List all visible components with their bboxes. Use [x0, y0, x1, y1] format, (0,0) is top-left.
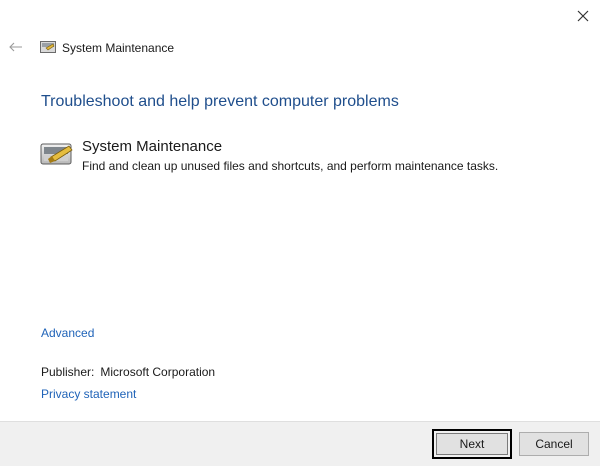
page-heading: Troubleshoot and help prevent computer p… [41, 93, 399, 110]
window-title: System Maintenance [62, 41, 175, 55]
close-icon [577, 10, 589, 22]
privacy-statement-link[interactable]: Privacy statement [41, 387, 136, 401]
close-button[interactable] [570, 4, 596, 28]
publisher-value: Microsoft Corporation [100, 365, 216, 379]
back-arrow-icon [9, 42, 22, 52]
task-title: System Maintenance [82, 138, 223, 155]
publisher-label: Publisher: [41, 365, 95, 379]
task-item[interactable]: System Maintenance Find and clean up unu… [40, 138, 570, 178]
advanced-link[interactable]: Advanced [41, 326, 94, 340]
cancel-button[interactable]: Cancel [519, 432, 589, 456]
publisher-info: Publisher: Microsoft Corporation [41, 365, 215, 379]
system-maintenance-icon [40, 143, 73, 165]
task-description: Find and clean up unused files and short… [82, 159, 499, 173]
system-maintenance-small-icon [40, 41, 56, 53]
footer-bar: Next Cancel [0, 421, 600, 466]
next-button-highlight: Next [432, 429, 512, 459]
back-button[interactable] [6, 38, 26, 56]
next-button[interactable]: Next [436, 433, 508, 455]
